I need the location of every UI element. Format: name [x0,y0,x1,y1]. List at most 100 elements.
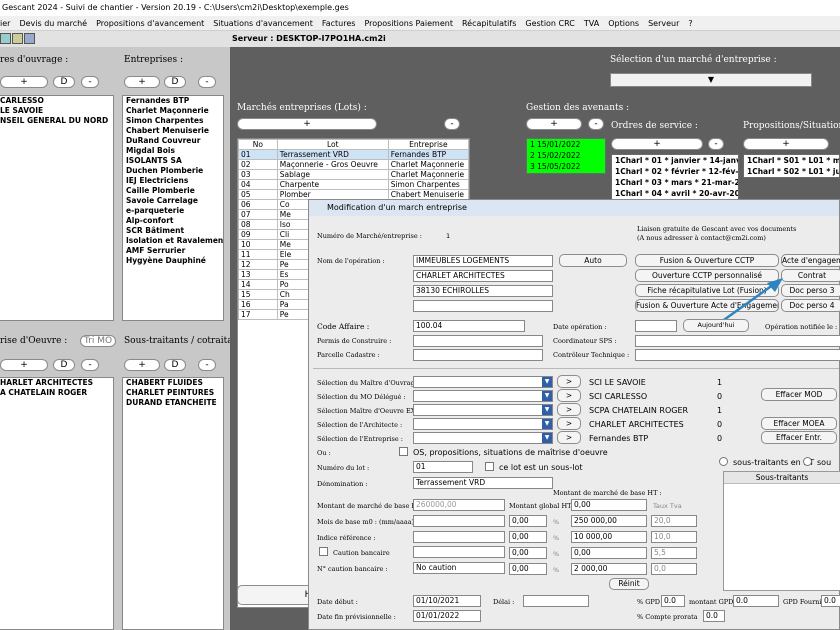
add-maitre-button[interactable]: + [0,76,48,88]
sous-radio[interactable] [803,457,812,466]
menu-gestion-crc[interactable]: Gestion CRC [525,19,575,28]
tva-field-2[interactable]: 10,0 [651,531,697,543]
add-ordre-button[interactable]: + [611,138,703,150]
sous-traitants-ht-radio[interactable] [719,457,728,466]
add-sous-button[interactable]: + [124,359,160,371]
remove-maitre-button[interactable]: - [81,76,99,88]
pct-field-2[interactable]: 0,00 [509,531,547,543]
fusion-cctp-button[interactable]: Fusion & Ouverture CCTP [635,254,779,267]
list-item[interactable]: Alp-confort [126,216,223,226]
list-item[interactable]: DURAND ETANCHEITE [126,398,223,408]
numero-lot-field[interactable]: 01 [413,461,473,473]
add-lot-button[interactable]: + [237,118,377,130]
go-mod-button[interactable]: > [557,389,581,402]
sous-traitants-list[interactable]: CHABERT FLUIDES CHARLET PEINTURES DURAND… [122,377,224,630]
pct-field-3[interactable]: 0,00 [509,547,547,559]
nom-operation-field-1[interactable]: IMMEUBLES LOGEMENTS [413,255,553,267]
list-item[interactable]: Charlet Maçonnerie [126,106,223,116]
go-ent-button[interactable]: > [557,431,581,444]
list-item[interactable]: 1Charl * S01 * L01 * mai * [747,155,839,166]
controleur-field[interactable] [635,349,840,361]
value-field-4[interactable]: 2 000,00 [571,563,647,575]
list-item[interactable]: Migdal Bois [126,146,223,156]
ncaution-field[interactable]: No caution [413,562,505,574]
maitre-oeuvre-select[interactable]: ▼ [413,404,553,416]
montant-gpd-field[interactable]: 0.0 [733,595,779,607]
go-mo-button[interactable]: > [557,375,581,388]
column-header[interactable]: Entreprise [387,139,469,150]
effacer-mod-button[interactable]: Effacer MOD [761,388,837,401]
table-row[interactable]: 02 Maçonnerie - Gros Oeuvre Charlet Maçonn… [238,159,469,170]
add-proposition-button[interactable]: + [743,138,829,150]
nom-operation-field-3[interactable]: 38130 ECHIROLLES [413,285,553,297]
menu-situations[interactable]: Situations d'avancement [213,19,313,28]
menu-help[interactable]: ? [688,19,692,28]
mo-delegue-select[interactable]: ▼ [413,390,553,402]
nom-operation-field-2[interactable]: CHARLET ARCHITECTES [413,270,553,282]
print-icon[interactable] [24,33,35,44]
contrat-button[interactable]: Contrat [781,269,840,282]
tri-mo-button[interactable]: Tri MO [80,335,116,347]
tva-field-1[interactable]: 20,0 [651,515,697,527]
date-fin-field[interactable]: 01/01/2022 [413,610,481,622]
denomination-field[interactable]: Terrassement VRD [413,477,553,489]
menu-propositions-paiement[interactable]: Propositions Paiement [364,19,453,28]
delai-field[interactable] [523,595,589,607]
list-item[interactable]: DuRand Couvreur [126,136,223,146]
detail-entreprise-button[interactable]: D [164,76,186,88]
date-debut-field[interactable]: 01/10/2021 [413,595,481,607]
montant-global-field[interactable]: 0,00 [571,499,647,511]
tva-field-3[interactable]: 5,5 [651,547,697,559]
coordinateur-field[interactable] [635,335,840,347]
code-affaire-field[interactable]: 100.04 [413,320,525,332]
add-avenant-button[interactable]: + [526,118,582,130]
list-item[interactable]: 1Charl * 02 * février * 12-fév-2022 [615,166,738,177]
ou-checkbox[interactable] [399,447,408,456]
parcelle-field[interactable] [413,349,543,361]
indice-field[interactable] [413,531,505,543]
menu-serveur[interactable]: Serveur [648,19,679,28]
list-item[interactable]: LE SAVOIE [0,106,113,116]
go-moe-button[interactable]: > [557,403,581,416]
save-icon[interactable] [12,33,23,44]
list-item[interactable]: 1 15/01/2022 [530,139,605,150]
effacer-entr-button[interactable]: Effacer Entr. [761,431,837,444]
auto-button[interactable]: Auto [559,254,627,267]
remove-moe-button[interactable]: - [81,359,99,371]
menu-options[interactable]: Options [608,19,639,28]
list-item[interactable]: IEJ Electriciens [126,176,223,186]
menu-devis[interactable]: Devis du marché [19,19,87,28]
remove-avenant-button[interactable]: - [588,118,604,130]
table-row[interactable]: 01 Terrassement VRD Fernandes BTP [238,149,469,160]
list-item[interactable]: AMF Serrurier [126,246,223,256]
entreprise-select[interactable]: ▼ [413,432,553,444]
aujourdhui-button[interactable]: Aujourd'hui [683,319,749,332]
maitres-ouvrage-list[interactable]: CARLESSO LE SAVOIE NSEIL GENERAL DU NORD [0,95,114,321]
remove-lot-button[interactable]: - [444,118,460,130]
menu-propositions-avancement[interactable]: Propositions d'avancement [96,19,204,28]
maitre-ouvrage-select[interactable]: ▼ [413,376,553,388]
permis-field[interactable] [413,335,543,347]
doc-perso-4-button[interactable]: Doc perso 4 [781,299,840,312]
list-item[interactable]: SCR Bâtiment [126,226,223,236]
nom-operation-field-4[interactable] [413,300,553,312]
compte-prorata-field[interactable]: 0.0 [703,610,725,622]
menu-factures[interactable]: Factures [322,19,356,28]
list-item[interactable]: Isolation et Ravalement [126,236,223,246]
list-item[interactable]: Hygyène Dauphiné [126,256,223,266]
add-entreprise-button[interactable]: + [124,76,160,88]
remove-sous-button[interactable]: - [198,359,216,371]
maitrise-oeuvre-list[interactable]: HARLET ARCHITECTES A CHATELAIN ROGER [0,377,114,630]
list-item[interactable]: Savoie Carrelage [126,196,223,206]
table-row[interactable]: 04 Charpente Simon Charpentes [238,179,469,190]
list-item[interactable]: NSEIL GENERAL DU NORD [0,116,113,126]
open-icon[interactable] [0,33,11,44]
sous-traitants-panel[interactable]: Sous-traitants [723,471,840,591]
list-item[interactable]: e-parqueterie [126,206,223,216]
go-arch-button[interactable]: > [557,417,581,430]
doc-perso-3-button[interactable]: Doc perso 3 [781,284,840,297]
detail-maitre-button[interactable]: D [53,76,75,88]
caution-field[interactable] [413,546,505,558]
list-item[interactable]: Chabert Menuiserie [126,126,223,136]
list-item[interactable]: Duchen Plomberie [126,166,223,176]
